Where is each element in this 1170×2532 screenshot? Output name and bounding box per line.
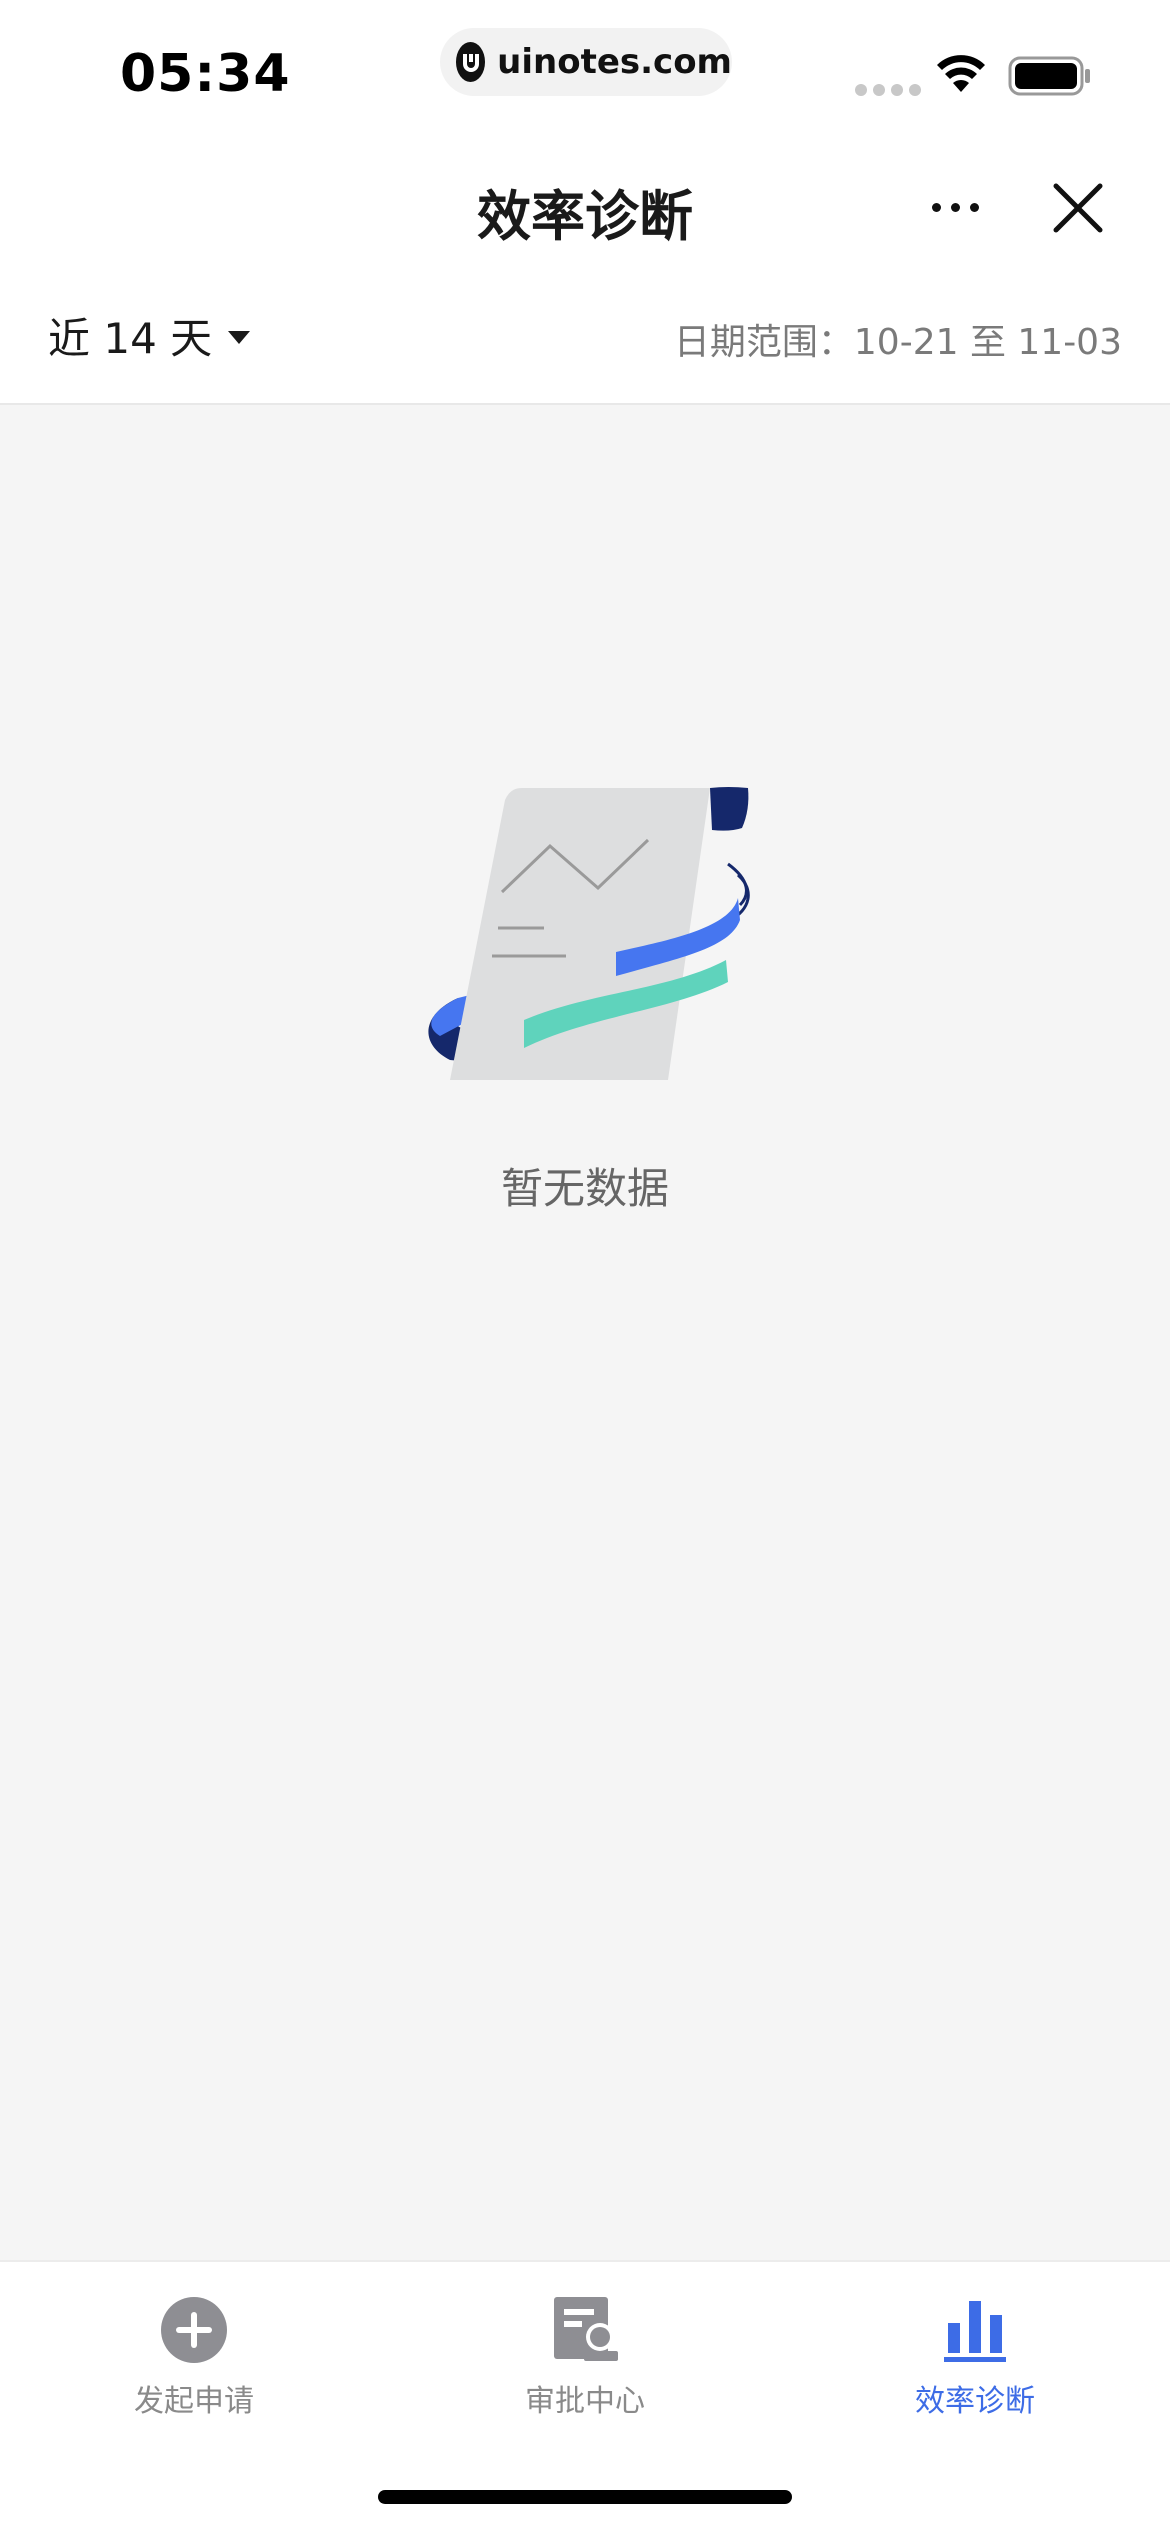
site-logo-icon [456,42,486,82]
tab-label: 审批中心 [525,2384,645,2419]
filter-bar: 近 14 天 日期范围：10-21 至 11-03 [0,265,1170,405]
status-bar: 05:34 uinotes.com [0,0,1170,150]
tab-label: 发起申请 [134,2384,254,2419]
date-range-text: 日期范围：10-21 至 11-03 [673,322,1122,363]
tab-efficiency[interactable]: 效率诊断 [845,2294,1105,2420]
battery-icon [1008,56,1090,96]
approval-doc-icon [549,2294,621,2366]
nav-bar: 效率诊断 [0,150,1170,265]
add-circle-icon [158,2294,230,2366]
range-label: 近 14 天 [48,314,213,363]
tab-approval-center[interactable]: 审批中心 [455,2294,715,2420]
caret-down-icon [228,331,251,344]
url-pill[interactable]: uinotes.com [440,28,732,96]
empty-state-illustration [428,787,750,1080]
bar-chart-icon [939,2294,1011,2366]
empty-state-message: 暂无数据 [500,1164,669,1213]
wifi-icon [937,55,985,92]
tab-apply[interactable]: 发起申请 [64,2294,324,2420]
home-indicator[interactable] [378,2490,792,2504]
more-options-icon[interactable] [915,172,995,242]
url-text: uinotes.com [497,42,732,82]
close-icon[interactable] [1040,170,1116,246]
range-dropdown[interactable]: 近 14 天 [48,305,251,366]
signal-icon [855,84,921,96]
tab-label: 效率诊断 [915,2384,1035,2419]
status-time: 05:34 [120,44,291,104]
